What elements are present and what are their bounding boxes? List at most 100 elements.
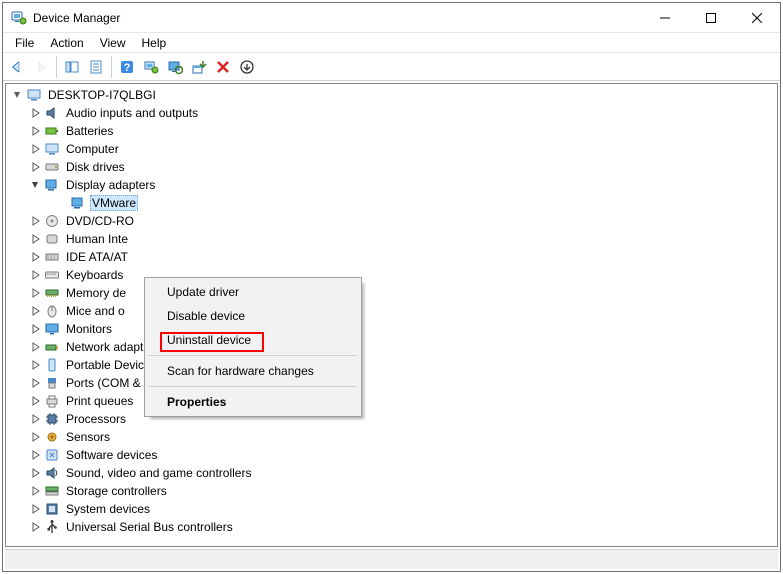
tree-node[interactable]: Processors [6, 410, 777, 428]
expand-icon[interactable] [28, 447, 44, 463]
tree-child-node[interactable]: VMware [6, 194, 777, 212]
tree-node-label: Storage controllers [64, 483, 169, 499]
expand-icon[interactable] [28, 303, 44, 319]
mouse-icon [44, 303, 60, 319]
tree-node-label: Human Inte [64, 231, 130, 247]
toolbar-properties-button[interactable] [84, 55, 108, 79]
toolbar-add-legacy-button[interactable] [235, 55, 259, 79]
tree-node[interactable]: Computer [6, 140, 777, 158]
expand-icon[interactable] [28, 357, 44, 373]
toolbar-uninstall-button[interactable] [211, 55, 235, 79]
tree-node[interactable]: Human Inte [6, 230, 777, 248]
tree-node[interactable]: Keyboards [6, 266, 777, 284]
expand-icon[interactable] [28, 339, 44, 355]
toolbar-help-button[interactable]: ? [115, 55, 139, 79]
toolbar-app-button[interactable] [139, 55, 163, 79]
toolbar-separator [111, 56, 112, 78]
context-menu-properties[interactable]: Properties [147, 390, 359, 414]
tree-node[interactable]: Batteries [6, 122, 777, 140]
tree-node[interactable]: Mice and o [6, 302, 777, 320]
forward-arrow-icon [33, 59, 49, 75]
expand-icon[interactable] [28, 267, 44, 283]
tree-node-label: Display adapters [64, 177, 157, 193]
expand-icon[interactable] [28, 213, 44, 229]
context-menu-uninstall-device[interactable]: Uninstall device [147, 328, 359, 352]
expand-icon[interactable] [28, 159, 44, 175]
expand-icon[interactable] [28, 123, 44, 139]
ide-icon [44, 249, 60, 265]
device-manager-window: Device Manager File Action View Help [2, 2, 781, 572]
tree-node-label: Universal Serial Bus controllers [64, 519, 235, 535]
close-button[interactable] [734, 3, 780, 32]
window-control-buttons [642, 3, 780, 32]
toolbar-back-button[interactable] [5, 55, 29, 79]
expand-icon[interactable] [28, 375, 44, 391]
properties-icon [88, 59, 104, 75]
tree-node[interactable]: DVD/CD-RO [6, 212, 777, 230]
tree-node[interactable]: Print queues [6, 392, 777, 410]
toolbar-update-driver-button[interactable] [187, 55, 211, 79]
tree-node[interactable]: Universal Serial Bus controllers [6, 518, 777, 536]
tree-node[interactable]: Display adapters [6, 176, 777, 194]
tree-node-label: Audio inputs and outputs [64, 105, 200, 121]
tree-node-label: Mice and o [64, 303, 127, 319]
expand-icon[interactable] [28, 285, 44, 301]
tree-root[interactable]: DESKTOP-I7QLBGI [6, 86, 777, 104]
show-hide-console-tree-icon [64, 59, 80, 75]
tree-node[interactable]: Ports (COM & LPT) [6, 374, 777, 392]
expand-icon[interactable] [28, 429, 44, 445]
tree-node[interactable]: Sensors [6, 428, 777, 446]
context-menu-scan-hardware[interactable]: Scan for hardware changes [147, 359, 359, 383]
tree-node[interactable]: Network adapters [6, 338, 777, 356]
expand-icon[interactable] [28, 519, 44, 535]
tree-node-label: System devices [64, 501, 152, 517]
context-menu-disable-device[interactable]: Disable device [147, 304, 359, 328]
expand-icon[interactable] [28, 105, 44, 121]
tree-node-label: Disk drives [64, 159, 127, 175]
expand-icon[interactable] [28, 141, 44, 157]
optical-drive-icon [44, 213, 60, 229]
expand-icon[interactable] [28, 411, 44, 427]
collapse-icon[interactable] [28, 177, 44, 193]
menu-file[interactable]: File [7, 34, 42, 52]
printer-icon [44, 393, 60, 409]
maximize-button[interactable] [688, 3, 734, 32]
tree-node-label: Monitors [64, 321, 114, 337]
toggle-placeholder [54, 195, 70, 211]
expand-icon[interactable] [28, 231, 44, 247]
collapse-icon[interactable] [10, 87, 26, 103]
tree-node[interactable]: Monitors [6, 320, 777, 338]
tree-node[interactable]: Memory de [6, 284, 777, 302]
tree-node-label: Memory de [64, 285, 128, 301]
expand-icon[interactable] [28, 249, 44, 265]
device-tree[interactable]: DESKTOP-I7QLBGI Audio inputs and outputs… [5, 83, 778, 547]
menu-action[interactable]: Action [42, 34, 91, 52]
minimize-button[interactable] [642, 3, 688, 32]
expand-icon[interactable] [28, 321, 44, 337]
menu-help[interactable]: Help [134, 34, 175, 52]
tree-node[interactable]: Sound, video and game controllers [6, 464, 777, 482]
expand-icon[interactable] [28, 483, 44, 499]
tree-node[interactable]: System devices [6, 500, 777, 518]
menu-view[interactable]: View [92, 34, 134, 52]
context-menu-update-driver[interactable]: Update driver [147, 280, 359, 304]
software-device-icon [44, 447, 60, 463]
tree-child-label: VMware [90, 195, 138, 211]
toolbar-scan-hardware-button[interactable] [163, 55, 187, 79]
tree-node[interactable]: Software devices [6, 446, 777, 464]
expand-icon[interactable] [28, 393, 44, 409]
tree-node[interactable]: Portable Devices [6, 356, 777, 374]
tree-node-label: Sensors [64, 429, 112, 445]
tree-node[interactable]: Storage controllers [6, 482, 777, 500]
update-driver-icon [191, 59, 207, 75]
expand-icon[interactable] [28, 465, 44, 481]
tree-node[interactable]: Audio inputs and outputs [6, 104, 777, 122]
expand-icon[interactable] [28, 501, 44, 517]
usb-controller-icon [44, 519, 60, 535]
toolbar-show-hide-tree-button[interactable] [60, 55, 84, 79]
help-icon: ? [119, 59, 135, 75]
tree-node-label: Sound, video and game controllers [64, 465, 253, 481]
toolbar-app-icon [143, 59, 159, 75]
tree-node[interactable]: IDE ATA/AT [6, 248, 777, 266]
tree-node[interactable]: Disk drives [6, 158, 777, 176]
